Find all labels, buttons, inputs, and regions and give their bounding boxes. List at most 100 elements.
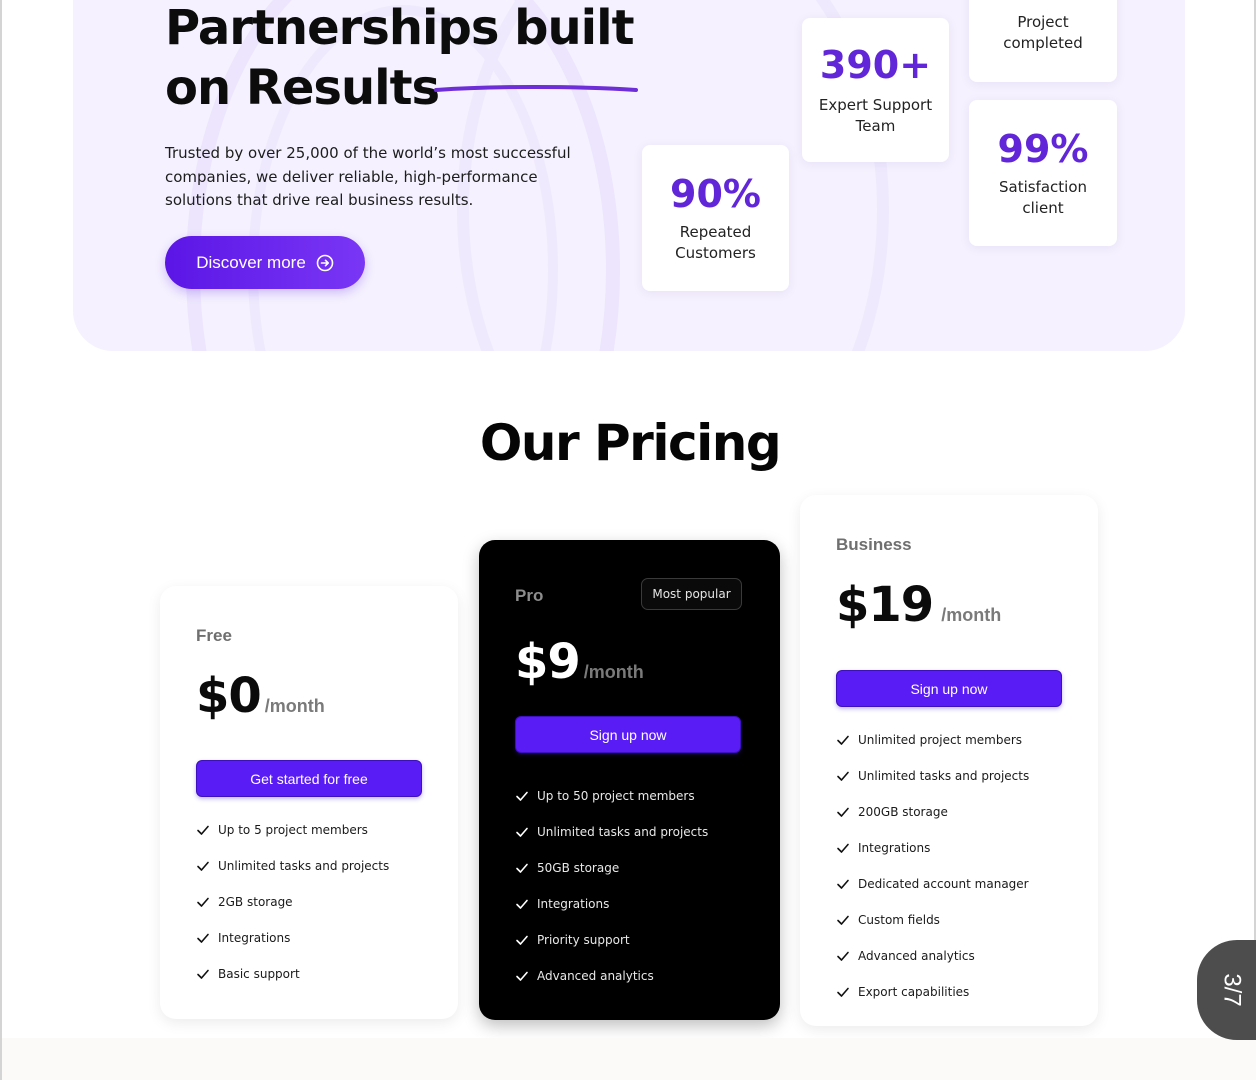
feature-text: Custom fields — [858, 913, 940, 927]
pricing-title: Our Pricing — [479, 414, 782, 472]
feature-item: Dedicated account manager — [836, 866, 1029, 902]
feature-item: 2GB storage — [196, 884, 389, 920]
price-amount: $19 — [836, 577, 934, 633]
most-popular-badge: Most popular — [641, 578, 742, 610]
check-icon — [837, 915, 849, 925]
feature-item: Export capabilities — [836, 974, 1029, 1010]
plan-card-business: Business $19 /month Sign up now Unlimite… — [800, 495, 1098, 1026]
stat-label: Repeated Customers — [675, 223, 756, 262]
check-icon — [837, 771, 849, 781]
page-indicator[interactable]: 3/7 — [1197, 940, 1256, 1040]
stat-card-support: 390+ Expert Support Team — [802, 18, 949, 162]
hero-description: Trusted by over 25,000 of the world’s mo… — [165, 144, 571, 209]
feature-item: 200GB storage — [836, 794, 1029, 830]
arrow-right-circle-icon — [316, 254, 334, 271]
price-amount: $9 — [515, 634, 581, 690]
plan-name: Pro — [515, 586, 544, 605]
feature-item: Unlimited tasks and projects — [515, 814, 708, 850]
feature-text: Unlimited tasks and projects — [858, 769, 1030, 783]
feature-item: Unlimited tasks and projects — [836, 758, 1029, 794]
stat-label: Project completed — [1003, 13, 1083, 52]
feature-item: Up to 5 project members — [196, 812, 389, 848]
feature-item: Up to 50 project members — [515, 778, 708, 814]
plan-price: $0 /month — [196, 668, 325, 724]
plan-card-pro: Pro Most popular $9 /month Sign up now U… — [479, 540, 780, 1020]
next-section-edge — [2, 1038, 1256, 1080]
check-icon — [197, 825, 209, 835]
feature-item: Unlimited tasks and projects — [196, 848, 389, 884]
discover-more-button[interactable]: Discover more — [165, 236, 365, 289]
feature-text: Export capabilities — [858, 985, 970, 999]
feature-text: 200GB storage — [858, 805, 948, 819]
check-icon — [516, 971, 528, 981]
hero-title-line1: Partnerships built — [165, 0, 635, 56]
discover-more-label: Discover more — [196, 252, 306, 272]
check-icon — [516, 863, 528, 873]
stat-card-repeated: 90% Repeated Customers — [642, 145, 789, 291]
stat-value: 99% — [997, 127, 1089, 171]
check-icon — [516, 791, 528, 801]
feature-text: Integrations — [537, 897, 610, 911]
plan-name: Free — [196, 626, 232, 645]
feature-text: Up to 50 project members — [537, 789, 695, 803]
business-sign-up-button[interactable]: Sign up now — [836, 670, 1062, 707]
check-icon — [197, 861, 209, 871]
feature-text: Advanced analytics — [537, 969, 654, 983]
feature-list: Unlimited project members Unlimited task… — [836, 722, 1029, 1010]
stat-card-projects: Project completed — [969, 0, 1117, 82]
feature-item: Advanced analytics — [515, 958, 708, 994]
check-icon — [516, 935, 528, 945]
price-amount: $0 — [196, 668, 262, 724]
hero-section: Partnerships built on Results Trusted by… — [73, 0, 1185, 351]
feature-text: Basic support — [218, 967, 300, 981]
check-icon — [197, 897, 209, 907]
check-icon — [837, 987, 849, 997]
title-underline — [434, 85, 638, 92]
feature-item: Integrations — [196, 920, 389, 956]
feature-text: 50GB storage — [537, 861, 620, 875]
plan-name: Business — [836, 535, 912, 554]
page-indicator-text: 3/7 — [1219, 973, 1246, 1007]
feature-text: Dedicated account manager — [858, 877, 1029, 891]
feature-text: Unlimited project members — [858, 733, 1023, 747]
feature-item: Custom fields — [836, 902, 1029, 938]
price-period: /month — [941, 605, 1002, 625]
check-icon — [837, 807, 849, 817]
stat-label: Satisfaction client — [998, 178, 1088, 217]
stat-value: 390+ — [819, 43, 932, 87]
feature-item: Advanced analytics — [836, 938, 1029, 974]
feature-text: Integrations — [858, 841, 931, 855]
feature-text: Advanced analytics — [858, 949, 975, 963]
check-icon — [837, 879, 849, 889]
hero-title: Partnerships built on Results — [165, 0, 635, 118]
check-icon — [837, 843, 849, 853]
price-period: /month — [583, 662, 644, 682]
plan-card-free: Free $0 /month Get started for free Up t… — [160, 586, 458, 1019]
check-icon — [516, 899, 528, 909]
feature-list: Up to 50 project members Unlimited tasks… — [515, 778, 708, 994]
get-started-free-button[interactable]: Get started for free — [196, 760, 422, 797]
plan-price: $19 /month — [836, 577, 1001, 633]
feature-text: Unlimited tasks and projects — [218, 859, 390, 873]
stat-value: 90% — [670, 172, 761, 216]
feature-text: Priority support — [537, 933, 630, 947]
pro-sign-up-button[interactable]: Sign up now — [515, 716, 741, 753]
feature-item: Priority support — [515, 922, 708, 958]
check-icon — [837, 735, 849, 745]
feature-text: Integrations — [218, 931, 291, 945]
feature-item: Integrations — [515, 886, 708, 922]
check-icon — [197, 933, 209, 943]
feature-item: Unlimited project members — [836, 722, 1029, 758]
feature-list: Up to 5 project members Unlimited tasks … — [196, 812, 389, 992]
feature-text: 2GB storage — [218, 895, 293, 909]
check-icon — [837, 951, 849, 961]
hero-title-line2: on Results — [165, 60, 440, 116]
plan-price: $9 /month — [515, 634, 644, 690]
feature-text: Up to 5 project members — [218, 823, 368, 837]
check-icon — [197, 969, 209, 979]
stat-label: Expert Support Team — [818, 96, 933, 135]
check-icon — [516, 827, 528, 837]
feature-text: Unlimited tasks and projects — [537, 825, 709, 839]
stat-card-satisfaction: 99% Satisfaction client — [969, 100, 1117, 246]
feature-item: Basic support — [196, 956, 389, 992]
